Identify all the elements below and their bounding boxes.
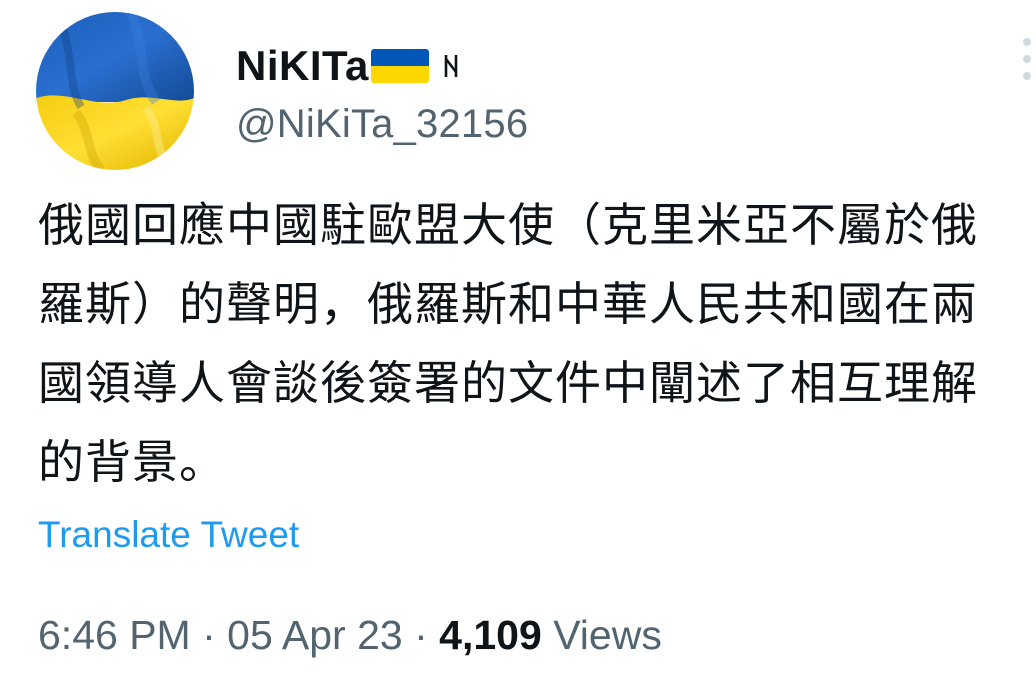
avatar[interactable] xyxy=(36,12,194,170)
rune-icon xyxy=(443,53,459,79)
tweet-date[interactable]: 05 Apr 23 xyxy=(227,612,403,658)
ukraine-flag-icon xyxy=(370,49,429,83)
views-count: 4,109 xyxy=(439,612,542,658)
views-label: Views xyxy=(553,612,662,658)
meta-separator: · xyxy=(202,612,216,658)
display-name-row: NiKITa xyxy=(236,38,528,94)
tweet-meta: 6:46 PM · 05 Apr 23 · 4,109 Views xyxy=(38,612,662,659)
user-handle[interactable]: @NiKiTa_32156 xyxy=(236,102,528,147)
meta-separator: · xyxy=(414,612,428,658)
more-vertical-icon[interactable] xyxy=(1020,36,1034,82)
tweet-time[interactable]: 6:46 PM xyxy=(38,612,191,658)
display-name[interactable]: NiKITa xyxy=(236,42,369,90)
tweet-author: NiKITa @NiKiTa_32156 xyxy=(236,38,528,147)
tweet-text: 俄國回應中國駐歐盟大使（克里米亞不屬於俄羅斯）的聲明，俄羅斯和中華人民共和國在兩… xyxy=(38,198,978,489)
translate-tweet-link[interactable]: Translate Tweet xyxy=(38,514,299,556)
ukraine-flag-avatar-icon xyxy=(36,12,194,170)
